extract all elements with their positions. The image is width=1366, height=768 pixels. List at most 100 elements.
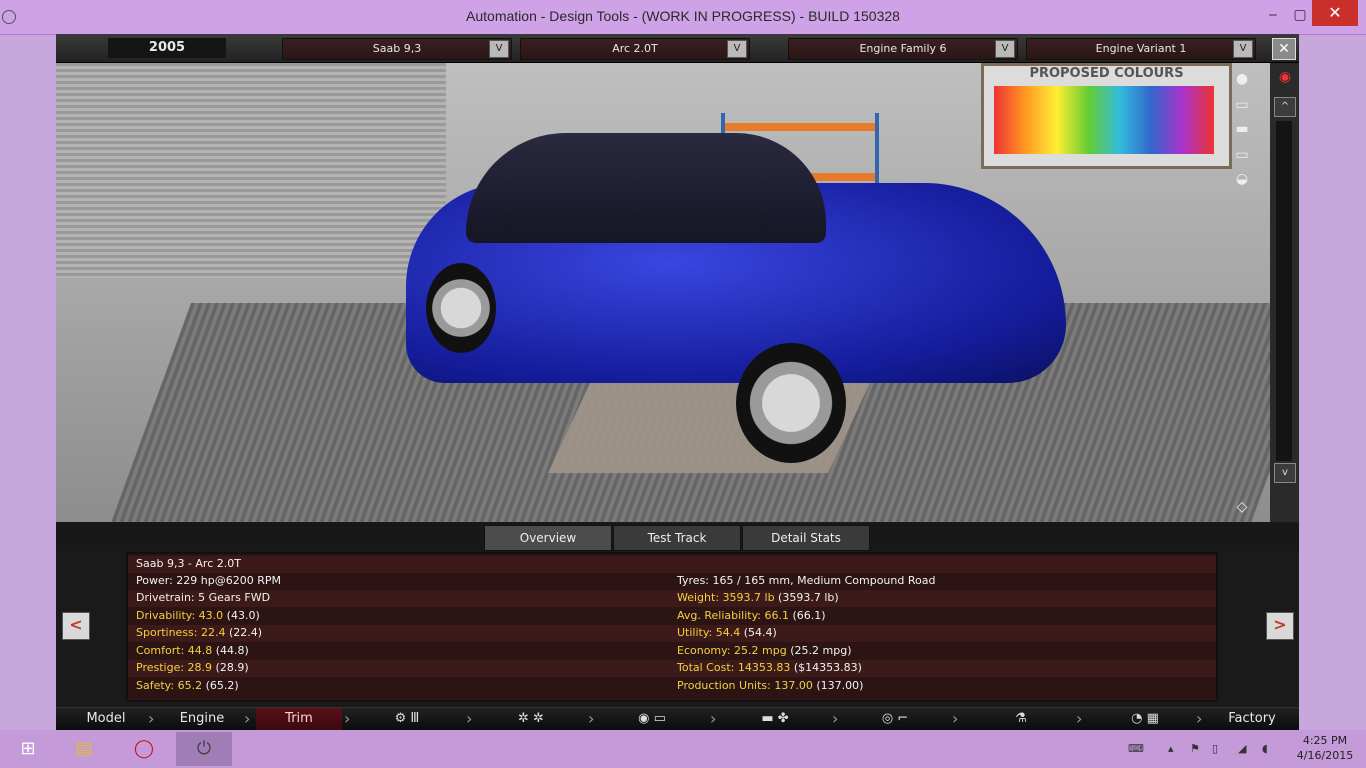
weight-stat: Weight: 3593.7 lb (3593.7 lb) — [677, 591, 839, 604]
stats-row: Power: 229 hp@6200 RPM Tyres: 165 / 165 … — [128, 573, 1216, 590]
window-title-bar: Automation - Design Tools - (WORK IN PRO… — [0, 0, 1366, 35]
comfort-stat: Comfort: 44.8 (44.8) — [136, 644, 249, 657]
opera-browser-icon[interactable]: ◯ — [116, 732, 172, 766]
engine-variant-dropdown[interactable]: Engine Variant 1 V — [1026, 38, 1256, 60]
economy-stat: Economy: 25.2 mpg (25.2 mpg) — [677, 644, 852, 657]
window-title: Automation - Design Tools - (WORK IN PRO… — [466, 8, 900, 24]
drivability-stat: Drivability: 43.0 (43.0) — [136, 609, 260, 622]
next-button[interactable]: > — [1266, 612, 1294, 640]
windows-taskbar: ⊞ ▤ ◯ ⏻ ⌨ ▴ ⚑ ▯ ◢ ◖ 4:25 PM 4/16/2015 — [0, 730, 1366, 768]
tab-detail-stats[interactable]: Detail Stats — [742, 525, 870, 551]
volume-icon[interactable]: ◖ — [1262, 742, 1278, 758]
reset-view-icon[interactable]: ◇ — [1229, 499, 1255, 515]
tuning-step-icon[interactable]: ⚗ — [1006, 711, 1036, 727]
garage-door — [56, 63, 446, 278]
engine-variant-toggle[interactable]: V — [1233, 40, 1253, 58]
brakes-step-icon[interactable]: ◉ ▭ — [622, 711, 682, 727]
battery-icon[interactable]: ▯ — [1212, 742, 1226, 758]
model-dropdown-value: Saab 9,3 — [372, 42, 422, 55]
engine-family-value: Engine Family 6 — [859, 42, 947, 55]
shelf-plank — [725, 123, 875, 131]
tray-expand-icon[interactable]: ▴ — [1168, 742, 1182, 758]
prestige-stat: Prestige: 28.9 (28.9) — [136, 661, 249, 674]
stats-tabs: Overview Test Track Detail Stats — [56, 523, 1299, 551]
rear-wheel — [426, 263, 496, 353]
power-stat: Power: 229 hp@6200 RPM — [136, 574, 281, 587]
chevron-right-icon: › — [148, 709, 155, 728]
automation-game-icon[interactable]: ⏻ — [176, 732, 232, 766]
model-dropdown[interactable]: Saab 9,3 V — [282, 38, 512, 60]
utility-stat: Utility: 54.4 (54.4) — [677, 626, 777, 639]
keyboard-icon[interactable]: ⌨ — [1128, 742, 1156, 758]
engine-variant-value: Engine Variant 1 — [1095, 42, 1187, 55]
chevron-right-icon: › — [466, 709, 473, 728]
tab-overview[interactable]: Overview — [484, 525, 612, 551]
close-window-button[interactable]: ✕ — [1312, 0, 1358, 26]
stats-row: Saab 9,3 - Arc 2.0T — [128, 556, 1216, 573]
flag-icon[interactable]: ⚑ — [1190, 742, 1204, 758]
car-side-view-icon[interactable]: ▬ — [1229, 121, 1255, 137]
engine-family-toggle[interactable]: V — [995, 40, 1015, 58]
taskbar-clock[interactable]: 4:25 PM 4/16/2015 — [1290, 733, 1360, 763]
overview-stats-panel: Saab 9,3 - Arc 2.0T Power: 229 hp@6200 R… — [126, 552, 1218, 702]
design-steps-bar: Model › Engine › Trim › ⚙ Ⅲ › ✲ ✲ › ◉ ▭ … — [56, 707, 1299, 730]
safety-stat: Safety: 65.2 (65.2) — [136, 679, 239, 692]
chevron-right-icon: › — [832, 709, 839, 728]
engine-family-dropdown[interactable]: Engine Family 6 V — [788, 38, 1018, 60]
camera-icon[interactable]: ● — [1229, 71, 1255, 87]
maximize-button[interactable]: ▢ — [1289, 4, 1311, 26]
trim-dropdown[interactable]: Arc 2.0T V — [520, 38, 750, 60]
zoom-track[interactable] — [1276, 121, 1292, 461]
production-units-stat: Production Units: 137.00 (137.00) — [677, 679, 864, 692]
testing-step-icon[interactable]: ◔ ▦ — [1110, 711, 1180, 727]
step-model[interactable]: Model — [66, 708, 146, 730]
drivetrain-stat: Drivetrain: 5 Gears FWD — [136, 591, 271, 604]
clock-time: 4:25 PM — [1302, 734, 1348, 747]
car-front-view-icon[interactable]: ▭ — [1229, 97, 1255, 113]
chevron-right-icon: › — [1076, 709, 1083, 728]
tyres-stat: Tyres: 165 / 165 mm, Medium Compound Roa… — [677, 574, 936, 587]
suspension-step-icon[interactable]: ✲ ✲ — [506, 711, 556, 727]
network-icon[interactable]: ◢ — [1238, 742, 1254, 758]
chevron-right-icon: › — [344, 709, 351, 728]
front-wheel — [736, 343, 846, 463]
step-trim[interactable]: Trim — [256, 708, 342, 730]
car-3d-viewport[interactable]: PROPOSED COLOURS ● ▭ ▬ ▭ ◒ ◇ — [56, 63, 1299, 522]
total-cost-stat: Total Cost: 14353.83 ($14353.83) — [677, 661, 862, 674]
zoom-down-button[interactable]: v — [1274, 463, 1296, 483]
car-model — [406, 133, 1066, 463]
game-area: 2005 Saab 9,3 V Arc 2.0T V Engine Family… — [56, 34, 1299, 730]
prev-button[interactable]: < — [62, 612, 90, 640]
year-display: 2005 — [108, 38, 226, 58]
body-aero-step-icon[interactable]: ▬ ✤ — [728, 711, 822, 727]
zoom-up-button[interactable]: ^ — [1274, 97, 1296, 117]
stats-row: Comfort: 44.8 (44.8) Economy: 25.2 mpg (… — [128, 643, 1216, 660]
tab-test-track[interactable]: Test Track — [613, 525, 741, 551]
step-factory[interactable]: Factory — [1212, 708, 1292, 730]
trim-dropdown-toggle[interactable]: V — [727, 40, 747, 58]
zoom-slider[interactable]: ◉ ^ v — [1270, 63, 1299, 522]
interior-step-icon[interactable]: ◎ ⌐ — [870, 711, 920, 727]
chevron-right-icon: › — [1196, 709, 1203, 728]
car-top-view-icon[interactable]: ◒ — [1229, 171, 1255, 187]
stats-row: Safety: 65.2 (65.2) Production Units: 13… — [128, 678, 1216, 695]
stats-row: Sportiness: 22.4 (22.4) Utility: 54.4 (5… — [128, 625, 1216, 642]
sportiness-stat: Sportiness: 22.4 (22.4) — [136, 626, 263, 639]
windows-start-icon[interactable]: ⊞ — [0, 732, 56, 766]
minimize-button[interactable]: ‒ — [1262, 4, 1284, 26]
close-design-button[interactable]: ✕ — [1272, 38, 1296, 60]
chevron-right-icon: › — [952, 709, 959, 728]
chevron-right-icon: › — [588, 709, 595, 728]
car-roof — [466, 133, 826, 243]
file-explorer-icon[interactable]: ▤ — [56, 732, 112, 766]
model-dropdown-toggle[interactable]: V — [489, 40, 509, 58]
chevron-right-icon: › — [710, 709, 717, 728]
record-icon[interactable]: ◉ — [1272, 69, 1298, 85]
gearbox-step-icon[interactable]: ⚙ Ⅲ — [382, 711, 432, 727]
stats-row: Prestige: 28.9 (28.9) Total Cost: 14353.… — [128, 660, 1216, 677]
design-selector-bar: 2005 Saab 9,3 V Arc 2.0T V Engine Family… — [56, 34, 1299, 63]
clock-date: 4/16/2015 — [1296, 749, 1354, 762]
step-engine[interactable]: Engine — [162, 708, 242, 730]
car-rear-view-icon[interactable]: ▭ — [1229, 147, 1255, 163]
reliability-stat: Avg. Reliability: 66.1 (66.1) — [677, 609, 826, 622]
